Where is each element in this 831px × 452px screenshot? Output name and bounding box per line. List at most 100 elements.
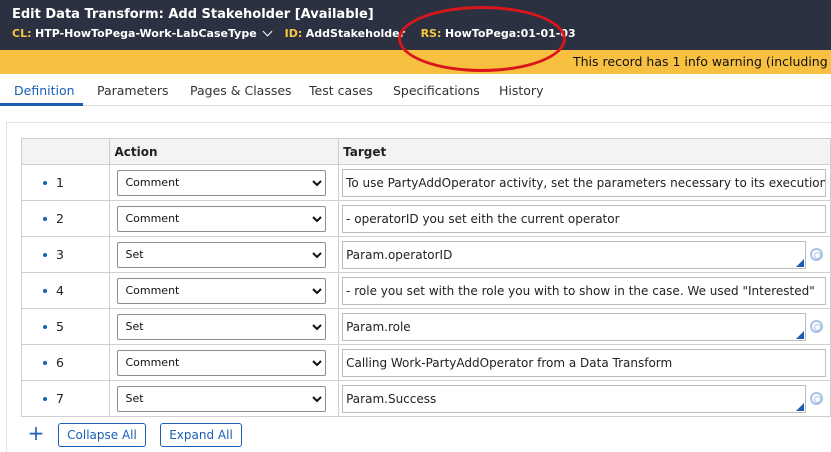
title-prefix: Edit [12, 7, 41, 22]
tab-history[interactable]: History [499, 83, 543, 98]
rs-label: RS: [420, 27, 442, 40]
target-property-field[interactable]: Param.operatorID [342, 240, 807, 269]
target-column-header: Target [338, 138, 831, 165]
row-number-cell: 6 [20, 344, 111, 381]
bullet-icon [43, 289, 47, 293]
title-text: Data Transform: Add Stakeholder [45, 7, 291, 22]
comment-text-field[interactable]: - operatorID you set eith the current op… [342, 204, 827, 233]
action-cell: Comment [109, 272, 340, 309]
tab-bar: Definition Parameters Pages & Classes Te… [0, 74, 831, 106]
action-cell: Set [109, 236, 340, 273]
expand-all-button[interactable]: Expand All [160, 423, 242, 447]
target-cell: Param.role [338, 308, 831, 345]
action-cell: Comment [109, 200, 340, 237]
table-row[interactable]: 1 Comment To use PartyAddOperator activi… [20, 164, 831, 201]
table-row[interactable]: 7 Set Param.Success [20, 380, 831, 417]
action-select[interactable]: Comment [117, 349, 327, 376]
target-cell: Param.operatorID [338, 236, 831, 273]
row-number-cell: 2 [20, 200, 111, 237]
row-number: 7 [56, 391, 64, 406]
target-cell: - operatorID you set eith the current op… [338, 200, 831, 237]
bullet-icon [43, 325, 47, 329]
chevron-down-icon[interactable] [262, 26, 273, 37]
target-cell: Param.Success [338, 380, 831, 417]
action-column-header: Action [109, 138, 340, 165]
action-select[interactable]: Set [117, 385, 327, 412]
tab-parameters[interactable]: Parameters [97, 83, 169, 98]
autocomplete-corner-icon [796, 258, 805, 267]
table-row[interactable]: 4 Comment - role you set with the role y… [20, 272, 831, 309]
status-badge: [Available] [294, 7, 374, 22]
tab-pages-classes[interactable]: Pages & Classes [190, 83, 292, 98]
gear-icon[interactable] [810, 392, 824, 405]
row-number: 3 [56, 247, 64, 262]
row-number: 2 [56, 211, 64, 226]
action-select[interactable]: Comment [117, 205, 327, 232]
record-meta: CL: HTP-HowToPega-Work-LabCaseType ID: A… [12, 26, 576, 40]
table-row[interactable]: 2 Comment - operatorID you set eith the … [20, 200, 831, 237]
comment-text-field[interactable]: To use PartyAddOperator activity, set th… [342, 168, 827, 197]
num-column-header [20, 138, 111, 165]
cl-value[interactable]: HTP-HowToPega-Work-LabCaseType [35, 27, 257, 40]
row-number: 5 [56, 319, 64, 334]
active-tab-indicator [0, 103, 83, 106]
target-text: Calling Work-PartyAddOperator from a Dat… [346, 355, 673, 370]
grid-header-row: Action Target [20, 138, 831, 165]
action-cell: Set [109, 380, 340, 417]
plus-icon[interactable]: + [27, 423, 45, 443]
tab-test-cases[interactable]: Test cases [309, 83, 373, 98]
id-label: ID: [284, 27, 303, 40]
target-property-field[interactable]: Param.role [342, 312, 807, 341]
target-cell: - role you set with the role you with to… [338, 272, 831, 309]
rs-value: HowToPega:01-01-03 [444, 27, 576, 40]
action-cell: Comment [109, 164, 340, 201]
bullet-icon [43, 253, 47, 257]
target-property-field[interactable]: Param.Success [342, 384, 807, 413]
table-row[interactable]: 6 Comment Calling Work-PartyAddOperator … [20, 344, 831, 381]
row-number: 1 [56, 175, 64, 190]
gear-icon[interactable] [810, 320, 824, 333]
cl-label: CL: [12, 27, 32, 40]
row-number: 6 [56, 355, 64, 370]
table-row[interactable]: 5 Set Param.role [20, 308, 831, 345]
target-text: - role you set with the role you with to… [346, 283, 815, 298]
gear-icon[interactable] [810, 248, 824, 261]
record-header: Edit Data Transform: Add Stakeholder [Av… [0, 0, 831, 50]
record-title: Edit Data Transform: Add Stakeholder [Av… [12, 7, 374, 22]
row-number-cell: 3 [20, 236, 111, 273]
collapse-all-button[interactable]: Collapse All [58, 423, 146, 447]
tab-specifications[interactable]: Specifications [393, 83, 480, 98]
action-cell: Set [109, 308, 340, 345]
target-text: Param.Success [346, 391, 437, 406]
autocomplete-corner-icon [796, 330, 805, 339]
target-text: Param.operatorID [346, 247, 453, 262]
row-number-cell: 5 [20, 308, 111, 345]
target-text: Param.role [346, 319, 411, 334]
action-select[interactable]: Set [117, 313, 327, 340]
bullet-icon [43, 181, 47, 185]
bullet-icon [43, 361, 47, 365]
action-select[interactable]: Comment [117, 169, 327, 196]
comment-text-field[interactable]: - role you set with the role you with to… [342, 276, 827, 305]
comment-text-field[interactable]: Calling Work-PartyAddOperator from a Dat… [342, 348, 827, 377]
target-text: - operatorID you set eith the current op… [346, 211, 620, 226]
autocomplete-corner-icon [796, 402, 805, 411]
row-number: 4 [56, 283, 64, 298]
action-select[interactable]: Comment [117, 277, 327, 304]
target-cell: To use PartyAddOperator activity, set th… [338, 164, 831, 201]
bullet-icon [43, 217, 47, 221]
row-number-cell: 4 [20, 272, 111, 309]
transform-steps-grid: Action Target 1 Comment To use PartyAddO… [20, 138, 831, 417]
row-number-cell: 1 [20, 164, 111, 201]
table-row[interactable]: 3 Set Param.operatorID [20, 236, 831, 273]
tab-definition[interactable]: Definition [14, 83, 75, 98]
bullet-icon [43, 397, 47, 401]
target-cell: Calling Work-PartyAddOperator from a Dat… [338, 344, 831, 381]
action-select[interactable]: Set [117, 241, 327, 268]
action-cell: Comment [109, 344, 340, 381]
warning-text[interactable]: This record has 1 info warning (includin… [573, 54, 831, 69]
row-number-cell: 7 [20, 380, 111, 417]
id-value: AddStakeholder [305, 27, 406, 40]
target-text: To use PartyAddOperator activity, set th… [346, 175, 827, 190]
warning-banner[interactable]: This record has 1 info warning (includin… [0, 50, 831, 74]
